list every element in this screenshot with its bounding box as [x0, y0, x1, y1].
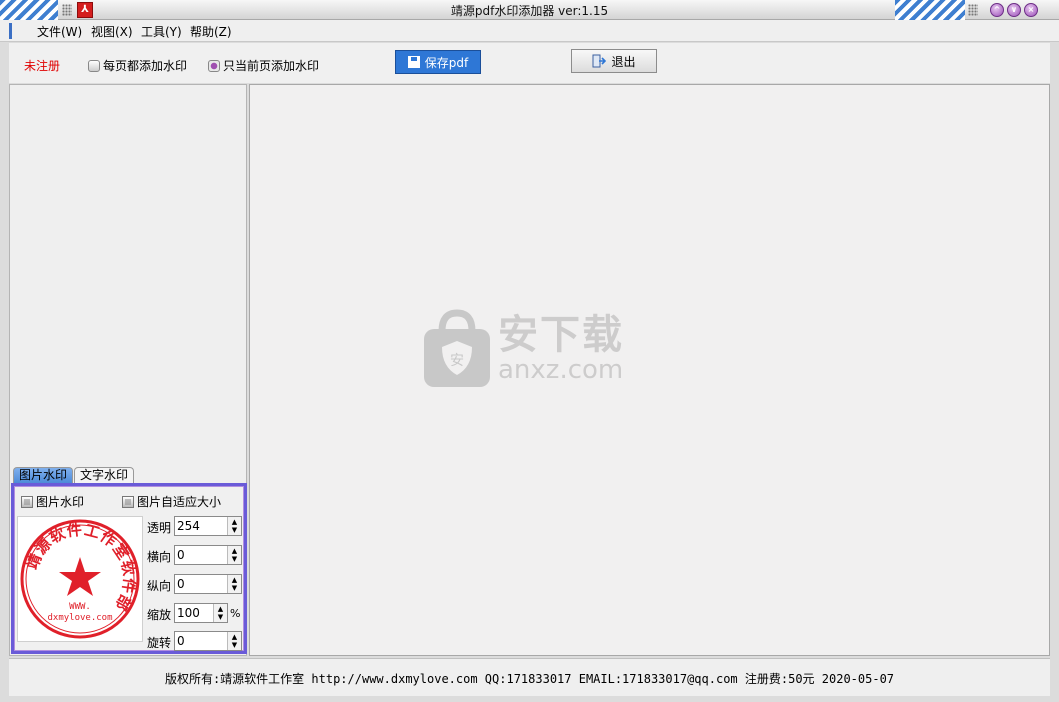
watermark-tabs: 图片水印 文字水印	[13, 467, 135, 483]
checkbox-image-icon	[21, 495, 33, 508]
rotate-label: 旋转	[147, 636, 172, 650]
exit-button[interactable]: 退出	[571, 49, 657, 73]
floppy-disk-icon	[407, 56, 420, 68]
toolbar: 未注册 每页都添加水印 只当前页添加水印 保存pdf 退出	[9, 43, 1050, 83]
spin-arrows-icon[interactable]: ▲ ▼	[227, 546, 241, 564]
vertical-value[interactable]: 0	[175, 575, 227, 593]
shield-bag-icon: 安	[424, 309, 490, 387]
autofit-checkbox-label: 图片自适应大小	[137, 495, 222, 509]
autofit-checkbox[interactable]: 图片自适应大小	[122, 493, 221, 510]
watermark-image-preview[interactable]: 靖源软件工作室软件部 WWW. dxmylove.com	[17, 516, 143, 642]
copyright-text: 版权所有:靖源软件工作室 http://www.dxmylove.com QQ:…	[164, 672, 895, 686]
pdf-view-area[interactable]: 安 安下载 anxz.com	[249, 84, 1050, 656]
checkbox-image-icon	[122, 495, 134, 508]
site-watermark: 安 安下载 anxz.com	[422, 309, 624, 389]
menu-bar: 文件(W) 视图(X) 工具(Y) 帮助(Z)	[0, 20, 1059, 42]
tab-image-watermark[interactable]: 图片水印	[13, 467, 74, 483]
scale-label: 缩放	[147, 608, 172, 622]
scale-unit: %	[230, 607, 241, 620]
image-watermark-checkbox-label: 图片水印	[36, 495, 85, 509]
status-bar: 版权所有:靖源软件工作室 http://www.dxmylove.com QQ:…	[9, 658, 1050, 696]
image-watermark-settings: 图片水印 图片自适应大小 靖源软件工作室软件部 WWW. dxmylove.co…	[11, 483, 247, 654]
spin-arrows-icon[interactable]: ▲ ▼	[213, 604, 227, 622]
radio-current-page-label: 只当前页添加水印	[223, 59, 320, 73]
exit-label: 退出	[611, 54, 636, 69]
menu-help[interactable]: 帮助(Z)	[190, 23, 232, 40]
radio-selected-icon	[208, 59, 220, 72]
spin-arrows-icon[interactable]: ▲ ▼	[227, 632, 241, 650]
grip-icon	[968, 4, 978, 16]
scale-value[interactable]: 100	[175, 604, 213, 622]
scale-stepper[interactable]: 100 ▲ ▼	[174, 603, 228, 623]
maximize-icon[interactable]: ∨	[1007, 3, 1021, 17]
horizontal-value[interactable]: 0	[175, 546, 227, 564]
svg-text:安: 安	[450, 353, 464, 369]
minimize-icon[interactable]: ^	[990, 3, 1004, 17]
vertical-label: 纵向	[147, 579, 172, 593]
save-pdf-label: 保存pdf	[424, 55, 469, 70]
title-stripes-right	[895, 0, 965, 20]
spin-arrows-icon[interactable]: ▲ ▼	[227, 517, 241, 535]
watermark-cn-text: 安下载	[498, 312, 624, 358]
title-bar: ⅄ 靖源pdf水印添加器 ver:1.15 ^ ∨ ×	[0, 0, 1059, 20]
tab-text-watermark[interactable]: 文字水印	[74, 467, 135, 483]
horizontal-stepper[interactable]: 0 ▲ ▼	[174, 545, 242, 565]
watermark-en-text: anxz.com	[498, 355, 624, 385]
vertical-stepper[interactable]: 0 ▲ ▼	[174, 574, 242, 594]
spin-arrows-icon[interactable]: ▲ ▼	[227, 575, 241, 593]
image-watermark-checkbox[interactable]: 图片水印	[21, 493, 84, 510]
opacity-stepper[interactable]: 254 ▲ ▼	[174, 516, 242, 536]
save-pdf-button[interactable]: 保存pdf	[395, 50, 481, 74]
radio-every-page-label: 每页都添加水印	[103, 59, 188, 73]
rotate-stepper[interactable]: 0 ▲ ▼	[174, 631, 242, 651]
seal-stamp-image: 靖源软件工作室软件部 WWW. dxmylove.com	[20, 519, 140, 639]
seal-url-text: WWW.	[69, 602, 91, 612]
radio-current-page[interactable]: 只当前页添加水印	[208, 57, 319, 74]
exit-door-icon	[592, 54, 607, 68]
horizontal-label: 横向	[147, 550, 172, 564]
menu-grip	[9, 23, 12, 39]
thumbnail-panel: 图片水印 文字水印 图片水印 图片自适应大小 靖源软件工作室软件部 WWW. d…	[9, 84, 247, 656]
unregistered-label: 未注册	[24, 59, 61, 73]
opacity-label: 透明	[147, 521, 172, 535]
radio-icon	[88, 59, 100, 72]
menu-tools[interactable]: 工具(Y)	[141, 23, 182, 40]
close-icon[interactable]: ×	[1024, 3, 1038, 17]
seal-domain-text: dxmylove.com	[47, 613, 112, 623]
menu-view[interactable]: 视图(X)	[91, 23, 133, 40]
rotate-value[interactable]: 0	[175, 632, 227, 650]
radio-every-page[interactable]: 每页都添加水印	[88, 57, 187, 74]
opacity-value[interactable]: 254	[175, 517, 227, 535]
menu-file[interactable]: 文件(W)	[37, 23, 82, 40]
